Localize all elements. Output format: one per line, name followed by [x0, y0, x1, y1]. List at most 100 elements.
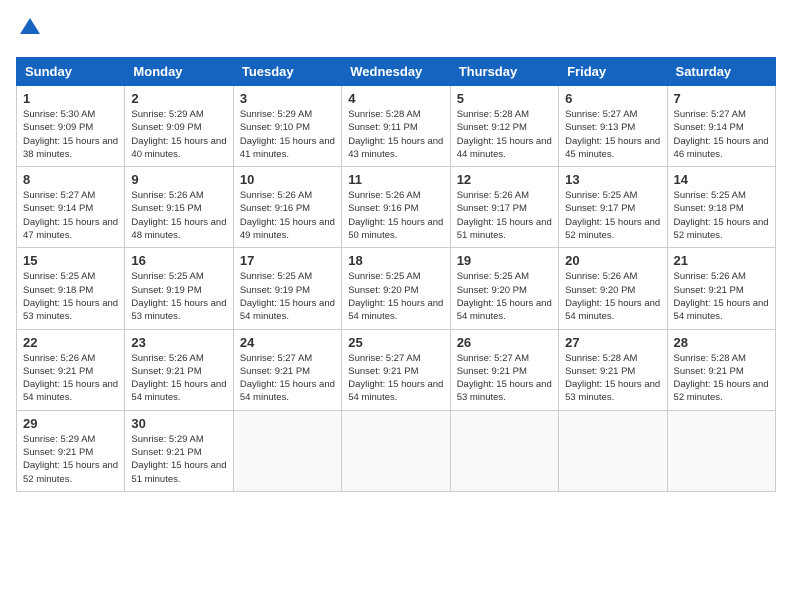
day-info: Sunrise: 5:25 AM Sunset: 9:18 PM Dayligh…: [23, 270, 118, 323]
day-info: Sunrise: 5:29 AM Sunset: 9:21 PM Dayligh…: [131, 433, 226, 486]
day-number: 11: [348, 172, 443, 187]
day-number: 13: [565, 172, 660, 187]
calendar-week-3: 15 Sunrise: 5:25 AM Sunset: 9:18 PM Dayli…: [17, 248, 776, 329]
calendar-cell: 25 Sunrise: 5:27 AM Sunset: 9:21 PM Dayli…: [342, 329, 450, 410]
calendar-header-wednesday: Wednesday: [342, 58, 450, 86]
calendar-cell: 16Sunrise: 5:25 AM Sunset: 9:19 PM Dayli…: [125, 248, 233, 329]
day-number: 23: [131, 335, 226, 350]
day-number: 20: [565, 253, 660, 268]
day-info: Sunrise: 5:25 AM Sunset: 9:19 PM Dayligh…: [131, 270, 226, 323]
day-info: Sunrise: 5:28 AM Sunset: 9:21 PM Dayligh…: [674, 352, 769, 405]
calendar-cell: 30 Sunrise: 5:29 AM Sunset: 9:21 PM Dayli…: [125, 410, 233, 491]
logo-text: [16, 16, 42, 45]
calendar-cell: 15 Sunrise: 5:25 AM Sunset: 9:18 PM Dayli…: [17, 248, 125, 329]
calendar-week-2: 8 Sunrise: 5:27 AM Sunset: 9:14 PM Daylig…: [17, 167, 776, 248]
calendar-cell: 2 Sunrise: 5:29 AM Sunset: 9:09 PM Daylig…: [125, 86, 233, 167]
day-info: Sunrise: 5:27 AM Sunset: 9:21 PM Dayligh…: [457, 352, 552, 405]
day-info: Sunrise: 5:27 AM Sunset: 9:21 PM Dayligh…: [348, 352, 443, 405]
day-info: Sunrise: 5:26 AM Sunset: 9:15 PM Dayligh…: [131, 189, 226, 242]
day-number: 15: [23, 253, 118, 268]
day-info: Sunrise: 5:28 AM Sunset: 9:11 PM Dayligh…: [348, 108, 443, 161]
calendar-week-4: 22 Sunrise: 5:26 AM Sunset: 9:21 PM Dayli…: [17, 329, 776, 410]
day-info: Sunrise: 5:26 AM Sunset: 9:17 PM Dayligh…: [457, 189, 552, 242]
calendar-cell: [667, 410, 775, 491]
day-number: 2: [131, 91, 226, 106]
day-number: 14: [674, 172, 769, 187]
day-number: 17: [240, 253, 335, 268]
calendar-cell: [450, 410, 558, 491]
day-info: Sunrise: 5:26 AM Sunset: 9:21 PM Dayligh…: [131, 352, 226, 405]
calendar-cell: 3Sunrise: 5:29 AM Sunset: 9:10 PM Daylig…: [233, 86, 341, 167]
day-number: 26: [457, 335, 552, 350]
calendar-header-friday: Friday: [559, 58, 667, 86]
calendar-cell: 1 Sunrise: 5:30 AM Sunset: 9:09 PM Daylig…: [17, 86, 125, 167]
calendar-header-tuesday: Tuesday: [233, 58, 341, 86]
calendar-cell: 22 Sunrise: 5:26 AM Sunset: 9:21 PM Dayli…: [17, 329, 125, 410]
day-info: Sunrise: 5:27 AM Sunset: 9:14 PM Dayligh…: [23, 189, 118, 242]
calendar-cell: 5 Sunrise: 5:28 AM Sunset: 9:12 PM Daylig…: [450, 86, 558, 167]
calendar-cell: 13 Sunrise: 5:25 AM Sunset: 9:17 PM Dayli…: [559, 167, 667, 248]
calendar-cell: 8 Sunrise: 5:27 AM Sunset: 9:14 PM Daylig…: [17, 167, 125, 248]
day-info: Sunrise: 5:26 AM Sunset: 9:16 PM Dayligh…: [240, 189, 335, 242]
calendar-cell: 23 Sunrise: 5:26 AM Sunset: 9:21 PM Dayli…: [125, 329, 233, 410]
day-info: Sunrise: 5:26 AM Sunset: 9:21 PM Dayligh…: [674, 270, 769, 323]
page-header: [16, 16, 776, 45]
calendar-header-sunday: Sunday: [17, 58, 125, 86]
day-info: Sunrise: 5:25 AM Sunset: 9:20 PM Dayligh…: [457, 270, 552, 323]
day-number: 12: [457, 172, 552, 187]
day-number: 21: [674, 253, 769, 268]
day-number: 22: [23, 335, 118, 350]
day-info: Sunrise: 5:25 AM Sunset: 9:17 PM Dayligh…: [565, 189, 660, 242]
day-number: 18: [348, 253, 443, 268]
day-info: Sunrise: 5:28 AM Sunset: 9:12 PM Dayligh…: [457, 108, 552, 161]
logo-icon: [18, 16, 42, 40]
day-info: Sunrise: 5:30 AM Sunset: 9:09 PM Dayligh…: [23, 108, 118, 161]
calendar-week-5: 29Sunrise: 5:29 AM Sunset: 9:21 PM Dayli…: [17, 410, 776, 491]
calendar-cell: 9 Sunrise: 5:26 AM Sunset: 9:15 PM Daylig…: [125, 167, 233, 248]
calendar-cell: 24 Sunrise: 5:27 AM Sunset: 9:21 PM Dayli…: [233, 329, 341, 410]
day-number: 25: [348, 335, 443, 350]
calendar-cell: 12 Sunrise: 5:26 AM Sunset: 9:17 PM Dayli…: [450, 167, 558, 248]
day-number: 1: [23, 91, 118, 106]
calendar-cell: 19 Sunrise: 5:25 AM Sunset: 9:20 PM Dayli…: [450, 248, 558, 329]
day-number: 27: [565, 335, 660, 350]
day-number: 8: [23, 172, 118, 187]
calendar-header-saturday: Saturday: [667, 58, 775, 86]
calendar-cell: 26 Sunrise: 5:27 AM Sunset: 9:21 PM Dayli…: [450, 329, 558, 410]
calendar-cell: 14 Sunrise: 5:25 AM Sunset: 9:18 PM Dayli…: [667, 167, 775, 248]
day-number: 5: [457, 91, 552, 106]
calendar-cell: [559, 410, 667, 491]
day-info: Sunrise: 5:29 AM Sunset: 9:21 PM Dayligh…: [23, 433, 118, 486]
calendar-cell: 18 Sunrise: 5:25 AM Sunset: 9:20 PM Dayli…: [342, 248, 450, 329]
day-info: Sunrise: 5:25 AM Sunset: 9:18 PM Dayligh…: [674, 189, 769, 242]
day-info: Sunrise: 5:25 AM Sunset: 9:19 PM Dayligh…: [240, 270, 335, 323]
day-info: Sunrise: 5:25 AM Sunset: 9:20 PM Dayligh…: [348, 270, 443, 323]
calendar-cell: 27Sunrise: 5:28 AM Sunset: 9:21 PM Dayli…: [559, 329, 667, 410]
calendar-cell: 17 Sunrise: 5:25 AM Sunset: 9:19 PM Dayli…: [233, 248, 341, 329]
calendar-cell: [233, 410, 341, 491]
day-number: 30: [131, 416, 226, 431]
calendar-cell: 7Sunrise: 5:27 AM Sunset: 9:14 PM Daylig…: [667, 86, 775, 167]
calendar-cell: 20 Sunrise: 5:26 AM Sunset: 9:20 PM Dayli…: [559, 248, 667, 329]
calendar-cell: [342, 410, 450, 491]
day-info: Sunrise: 5:26 AM Sunset: 9:21 PM Dayligh…: [23, 352, 118, 405]
logo: [16, 16, 42, 45]
day-number: 9: [131, 172, 226, 187]
day-info: Sunrise: 5:27 AM Sunset: 9:21 PM Dayligh…: [240, 352, 335, 405]
day-number: 24: [240, 335, 335, 350]
calendar-cell: 29Sunrise: 5:29 AM Sunset: 9:21 PM Dayli…: [17, 410, 125, 491]
calendar-cell: 4Sunrise: 5:28 AM Sunset: 9:11 PM Daylig…: [342, 86, 450, 167]
day-number: 10: [240, 172, 335, 187]
calendar-cell: 11 Sunrise: 5:26 AM Sunset: 9:16 PM Dayli…: [342, 167, 450, 248]
calendar-week-1: 1 Sunrise: 5:30 AM Sunset: 9:09 PM Daylig…: [17, 86, 776, 167]
day-number: 19: [457, 253, 552, 268]
calendar-cell: 21 Sunrise: 5:26 AM Sunset: 9:21 PM Dayli…: [667, 248, 775, 329]
calendar-cell: 6Sunrise: 5:27 AM Sunset: 9:13 PM Daylig…: [559, 86, 667, 167]
day-number: 7: [674, 91, 769, 106]
day-info: Sunrise: 5:26 AM Sunset: 9:16 PM Dayligh…: [348, 189, 443, 242]
day-info: Sunrise: 5:29 AM Sunset: 9:09 PM Dayligh…: [131, 108, 226, 161]
calendar-header-row: SundayMondayTuesdayWednesdayThursdayFrid…: [17, 58, 776, 86]
calendar-header-monday: Monday: [125, 58, 233, 86]
calendar-header-thursday: Thursday: [450, 58, 558, 86]
day-info: Sunrise: 5:26 AM Sunset: 9:20 PM Dayligh…: [565, 270, 660, 323]
